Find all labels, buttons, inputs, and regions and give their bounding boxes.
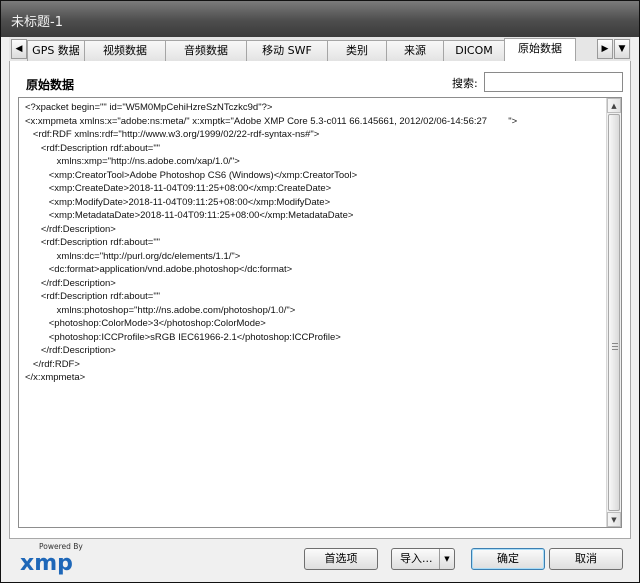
xml-line: </rdf:RDF> [25, 358, 80, 370]
xml-line: <rdf:Description rdf:about="" [25, 142, 161, 154]
xml-line: <rdf:Description rdf:about="" [25, 237, 161, 248]
xmp-logo-mark: xmp [20, 551, 73, 576]
xml-line: <rdf:RDF xmlns:rdf="http://www.w3.org/19… [25, 129, 320, 140]
xml-line: <xmp:MetadataDate>2018-11-04T09:11:25+08… [25, 210, 354, 221]
xml-content: <?xpacket begin="" id="W5M0MpCehiHzreSzN… [25, 101, 601, 385]
xml-line: </rdf:Description> [25, 345, 116, 356]
vertical-scrollbar[interactable]: ▲ ▼ [606, 98, 621, 527]
xml-line: <xmp:ModifyDate>2018-11-04T09:11:25+08:0… [25, 196, 331, 208]
xml-line: <dc:format>application/vnd.adobe.photosh… [25, 264, 293, 275]
xmp-logo-text: xmp [20, 551, 73, 576]
tab-list: GPS 数据 视频数据 音频数据 移动 SWF 类别 来源 DICOM 原始数据 [27, 37, 597, 61]
xml-line: <rdf:Description rdf:about="" [25, 291, 161, 302]
raw-data-panel: 原始数据 搜索: <?xpacket begin="" id="W5M0MpCe… [9, 61, 631, 539]
xml-line: <xmp:CreatorTool>Adobe Photoshop CS6 (Wi… [25, 169, 358, 181]
xml-line: xmlns:xmp="http://ns.adobe.com/xap/1.0/"… [25, 156, 240, 167]
import-button-label: 导入... [400, 552, 433, 565]
tab-menu-chevron-icon[interactable]: ▼ [614, 39, 630, 59]
scroll-grip-icon [612, 343, 618, 350]
file-info-dialog: 未标题-1 ◀ GPS 数据 视频数据 音频数据 移动 SWF 类别 来源 DICOM 原始数… [0, 0, 640, 583]
scroll-up-icon[interactable]: ▲ [607, 98, 621, 113]
tab-scroll-right-icon[interactable]: ▶ [597, 39, 613, 59]
xml-line: <?xpacket begin="" id="W5M0MpCehiHzreSzN… [25, 102, 273, 113]
tab-6[interactable]: 来源 [386, 40, 444, 61]
title-bar[interactable]: 未标题-1 [1, 1, 639, 37]
cancel-button[interactable]: 取消 [549, 548, 623, 570]
import-button[interactable]: 导入... ▼ [391, 548, 455, 570]
tab-7[interactable]: DICOM [443, 40, 505, 61]
panel-title: 原始数据 [26, 78, 75, 92]
window-title: 未标题-1 [11, 15, 63, 30]
search-label: 搜索: [452, 77, 478, 90]
tab-scroll-left-icon[interactable]: ◀ [11, 39, 27, 59]
tab-8[interactable]: 原始数据 [504, 38, 576, 61]
tab-3[interactable]: 音频数据 [165, 40, 247, 61]
scroll-thumb[interactable] [608, 114, 620, 511]
import-dropdown-icon[interactable]: ▼ [439, 549, 454, 569]
logo-powered-by: Powered By [39, 542, 83, 551]
tab-strip: ◀ GPS 数据 视频数据 音频数据 移动 SWF 类别 来源 DICOM 原始数据 ▶ ▼ [9, 37, 631, 62]
xml-line: <photoshop:ColorMode>3</photoshop:ColorM… [25, 318, 266, 329]
tab-4[interactable]: 移动 SWF [246, 40, 328, 61]
search-input[interactable] [484, 72, 623, 92]
raw-xml-textarea[interactable]: <?xpacket begin="" id="W5M0MpCehiHzreSzN… [18, 97, 622, 528]
xml-line: </x:xmpmeta> [25, 372, 86, 383]
scroll-down-icon[interactable]: ▼ [607, 512, 621, 527]
xml-line: </rdf:Description> [25, 277, 116, 289]
preferences-button[interactable]: 首选项 [304, 548, 378, 570]
xmp-logo: Powered By xmp [19, 541, 89, 577]
tab-1[interactable]: GPS 数据 [27, 40, 85, 61]
xml-line: xmlns:dc="http://purl.org/dc/elements/1.… [25, 250, 241, 262]
xml-line: xmlns:photoshop="http://ns.adobe.com/pho… [25, 304, 296, 316]
xml-line: <photoshop:ICCProfile>sRGB IEC61966-2.1<… [25, 331, 341, 343]
tab-2[interactable]: 视频数据 [84, 40, 166, 61]
xml-line: <x:xmpmeta xmlns:x="adobe:ns:meta/" x:xm… [25, 115, 518, 127]
ok-button[interactable]: 确定 [471, 548, 545, 570]
xml-line: <xmp:CreateDate>2018-11-04T09:11:25+08:0… [25, 183, 332, 194]
xml-line: </rdf:Description> [25, 223, 116, 235]
tab-5[interactable]: 类别 [327, 40, 387, 61]
